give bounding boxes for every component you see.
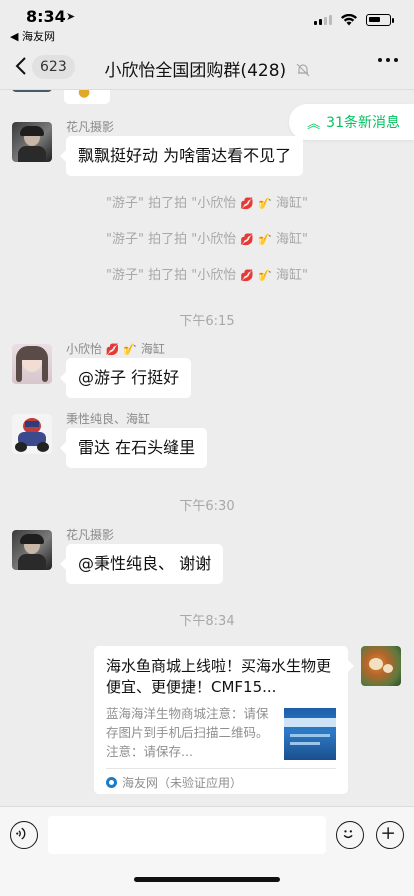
my-avatar[interactable] (361, 646, 401, 686)
mute-bell-icon (296, 63, 309, 77)
timestamp: 下午6:30 (179, 499, 235, 514)
new-messages-button[interactable]: ︽ 31条新消息 (289, 104, 414, 140)
sender-name: 花凡摄影 (66, 120, 115, 134)
emoji-button[interactable] (336, 821, 364, 849)
sender-name: 花凡摄影 (66, 528, 115, 542)
smiley-face-icon (343, 830, 353, 839)
sender-name-suffix: 海缸 (140, 342, 165, 356)
sender-name: 秉性纯良、海缸 (66, 412, 151, 426)
lips-emoji-icon: 💋 (240, 269, 255, 282)
status-indicators (314, 14, 394, 26)
double-chevron-up-icon: ︽ (307, 116, 321, 132)
link-card-source-text: 海友网（未验证应用） (122, 776, 243, 790)
more-options-button[interactable] (378, 58, 398, 62)
system-message-text: "游子" 拍了拍 "小欣怡 (105, 232, 237, 247)
more-functions-button[interactable] (376, 821, 404, 849)
message-bubble[interactable]: 雷达 在石头缝里 (59, 428, 208, 468)
link-card[interactable]: 海水鱼商城上线啦！买海水生物更便宜、更便捷！CMF15... 蓝海海洋生物商城注… (94, 646, 354, 794)
chat-header: 623 小欣怡全国团购群(428) (0, 44, 414, 90)
location-arrow-icon: ➤ (66, 10, 76, 23)
system-message: "游子" 拍了拍 "小欣怡 💋 🎷 海缸" (0, 192, 414, 211)
system-message-suffix: 海缸" (276, 232, 309, 247)
system-message-suffix: 海缸" (276, 268, 309, 283)
message-bubble[interactable]: @游子 行挺好 (59, 358, 192, 398)
avatar[interactable] (12, 344, 52, 384)
avatar[interactable] (12, 530, 52, 570)
system-message-text: "游子" 拍了拍 "小欣怡 (105, 196, 237, 211)
chat-message-list[interactable]: ● ︽ 31条新消息 花凡摄影 飘飘挺好动 为啥雷达看不见了 "游子" 拍了拍 … (0, 90, 414, 806)
chat-title-text: 小欣怡全国团购群(428) (104, 61, 287, 81)
timestamp: 下午8:34 (179, 614, 235, 629)
system-message-text: "游子" 拍了拍 "小欣怡 (105, 268, 237, 283)
system-message: "游子" 拍了拍 "小欣怡 💋 🎷 海缸" (0, 264, 414, 283)
link-card-source: 海友网（未验证应用） (106, 774, 242, 791)
sender-name: 小欣怡 (66, 342, 103, 356)
link-card-title: 海水鱼商城上线啦！买海水生物更便宜、更便捷！CMF15... (106, 657, 332, 696)
system-message: "游子" 拍了拍 "小欣怡 💋 🎷 海缸" (0, 228, 414, 247)
saxophone-emoji-icon: 🎷 (123, 343, 138, 356)
timestamp: 下午6:15 (179, 314, 235, 329)
voice-wave-icon (16, 827, 26, 840)
cellular-signal-icon (314, 15, 332, 25)
link-card-description: 蓝海海洋生物商城注意：请保存图片到手机后扫描二维码。注意：请保存... (106, 706, 269, 759)
message-bubble[interactable]: 飘飘挺好动 为啥雷达看不见了 (59, 136, 304, 176)
battery-tip (392, 17, 394, 23)
home-indicator[interactable] (134, 877, 280, 882)
partial-avatar (12, 90, 52, 92)
app-source-icon (106, 777, 117, 788)
lips-emoji-icon: 💋 (105, 343, 120, 356)
saxophone-emoji-icon: 🎷 (258, 197, 272, 210)
plus-icon (382, 827, 394, 839)
lips-emoji-icon: 💋 (240, 233, 255, 246)
status-bar: 8:34 ➤ ◀ 海友网 (0, 0, 414, 44)
link-card-divider (106, 768, 336, 769)
sender-name-row: 小欣怡 💋 🎷 海缸 (66, 340, 165, 357)
avatar[interactable] (12, 414, 52, 454)
wifi-icon (341, 14, 357, 26)
saxophone-emoji-icon: 🎷 (258, 269, 272, 282)
lips-emoji-icon: 💋 (240, 197, 255, 210)
message-input-bar (0, 806, 414, 896)
partial-bubble: ● (64, 90, 110, 104)
back-to-app-link[interactable]: ◀ 海友网 (10, 28, 55, 44)
battery-icon (366, 14, 391, 26)
voice-input-button[interactable] (10, 821, 38, 849)
message-bubble[interactable]: @秉性纯良、 谢谢 (59, 544, 224, 584)
new-messages-label: 31条新消息 (326, 115, 400, 131)
avatar[interactable] (12, 122, 52, 162)
system-message-suffix: 海缸" (276, 196, 309, 211)
link-card-thumbnail (284, 708, 336, 760)
status-time: 8:34 (26, 7, 66, 26)
saxophone-emoji-icon: 🎷 (258, 233, 272, 246)
message-text-input[interactable] (48, 816, 326, 854)
chat-title: 小欣怡全国团购群(428) (0, 56, 414, 81)
